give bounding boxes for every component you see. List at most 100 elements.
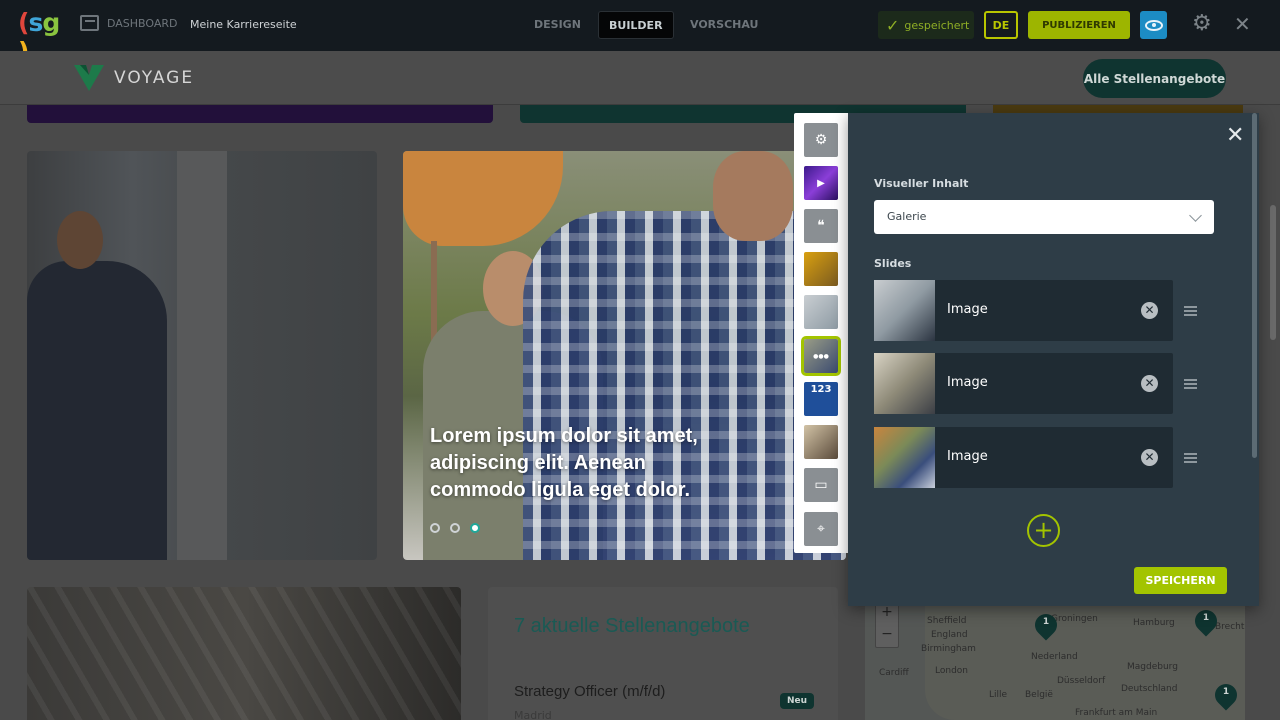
- module-image[interactable]: [804, 425, 838, 459]
- map-label: Düsseldorf: [1057, 676, 1106, 686]
- jobs-title: 7 aktuelle Stellenangebote: [514, 615, 750, 637]
- map-label: Lille: [989, 690, 1008, 700]
- save-button[interactable]: SPEICHERN: [1134, 567, 1227, 594]
- saved-label: gespeichert: [904, 18, 970, 32]
- tab-builder[interactable]: BUILDER: [598, 11, 674, 39]
- slide-item[interactable]: Image ✕: [874, 353, 1173, 414]
- module-gallery-selected[interactable]: ●●●: [801, 336, 841, 376]
- gallery-dot[interactable]: [450, 523, 460, 533]
- remove-slide-icon[interactable]: ✕: [1141, 375, 1158, 392]
- dashboard-link[interactable]: DASHBOARD: [80, 15, 178, 31]
- slide-item[interactable]: Image ✕: [874, 427, 1173, 488]
- gear-icon: ⚙: [814, 132, 828, 148]
- gallery-thumb-icon: ●●●: [813, 352, 829, 360]
- all-jobs-button[interactable]: Alle Stellenangebote: [1083, 59, 1226, 98]
- remove-slide-icon[interactable]: ✕: [1141, 449, 1158, 466]
- module-location[interactable]: ⌖: [804, 512, 838, 546]
- module-image[interactable]: [804, 252, 838, 286]
- settings-gear-icon[interactable]: ⚙: [1192, 13, 1214, 35]
- check-icon: ✓: [886, 15, 900, 35]
- job-title[interactable]: Strategy Officer (m/f/d): [514, 683, 665, 700]
- remove-slide-icon[interactable]: ✕: [1141, 302, 1158, 319]
- map-label: Brecht: [1215, 622, 1245, 632]
- photo-stripes: [27, 587, 461, 720]
- person-head-shape: [57, 211, 103, 269]
- module-settings[interactable]: ⚙: [804, 123, 838, 157]
- map-label: Groningen: [1051, 614, 1098, 624]
- map-label: Magdeburg: [1127, 662, 1178, 672]
- map-pin[interactable]: 1: [1210, 679, 1242, 714]
- map-pin[interactable]: 1: [1190, 605, 1222, 640]
- map-label: Hamburg: [1133, 618, 1175, 628]
- visual-content-select[interactable]: Galerie: [874, 200, 1214, 234]
- language-button[interactable]: DE: [984, 11, 1018, 39]
- drag-handle-icon[interactable]: [1184, 306, 1197, 316]
- site-header: VOYAGE Alle Stellenangebote: [0, 51, 1280, 105]
- map-label: Sheffield: [927, 616, 967, 626]
- new-badge: Neu: [780, 693, 815, 709]
- close-icon[interactable]: ✕: [1226, 125, 1244, 147]
- map-zoom-control[interactable]: + −: [875, 600, 899, 648]
- module-image[interactable]: [804, 295, 838, 329]
- map-label: London: [935, 666, 968, 676]
- drag-handle-icon[interactable]: [1184, 453, 1197, 463]
- map-label: Deutschland: [1121, 684, 1178, 694]
- map-pin[interactable]: 1: [1030, 609, 1062, 644]
- tab-design[interactable]: DESIGN: [524, 11, 591, 39]
- app-topbar: (sg) DASHBOARD Meine Karriereseite DESIG…: [0, 0, 1280, 66]
- dashboard-icon: [80, 15, 99, 31]
- slide-label: Image: [947, 302, 988, 317]
- site-name: Meine Karriereseite: [190, 18, 297, 31]
- pin-count: 1: [1042, 617, 1050, 627]
- panel-scrollbar[interactable]: [1252, 113, 1257, 458]
- map-label: Frankfurt am Main: [1075, 708, 1158, 718]
- gallery-dot[interactable]: [430, 523, 440, 533]
- brand-name: VOYAGE: [114, 68, 195, 88]
- saved-status: ✓ gespeichert: [878, 11, 974, 39]
- pin-count: 1: [1222, 687, 1230, 697]
- slide-label: Image: [947, 449, 988, 464]
- slide-thumbnail: [874, 280, 935, 341]
- quote-icon: ❝: [817, 218, 825, 234]
- eye-icon: [1144, 19, 1163, 31]
- tab-preview[interactable]: VORSCHAU: [680, 11, 768, 39]
- map-label: Nederland: [1031, 652, 1078, 662]
- brand: VOYAGE: [74, 65, 194, 91]
- office-photo[interactable]: [27, 151, 377, 560]
- pen-photo[interactable]: [27, 587, 461, 720]
- chevron-down-icon: [1189, 209, 1202, 222]
- counter-thumb-icon: 123: [810, 384, 832, 395]
- video-thumb-icon: ▶: [817, 177, 825, 189]
- person-shape: [27, 261, 167, 560]
- page-scrollbar[interactable]: [1270, 205, 1276, 340]
- slide-thumbnail: [874, 427, 935, 488]
- door-shape: [177, 151, 227, 560]
- slide-item[interactable]: Image ✕: [874, 280, 1173, 341]
- jobs-map[interactable]: + − Sheffield England Birmingham London C…: [865, 600, 1245, 720]
- module-jobs[interactable]: ▭: [804, 468, 838, 502]
- module-quote[interactable]: ❝: [804, 209, 838, 243]
- slides-label: Slides: [874, 257, 912, 270]
- add-slide-button[interactable]: +: [1027, 514, 1060, 547]
- gallery-slide[interactable]: Lorem ipsum dolor sit amet, adipiscing e…: [403, 151, 846, 560]
- module-strip: ⚙ ▶ ❝ ●●● 123 ▭ ⌖: [794, 113, 848, 553]
- publish-button[interactable]: PUBLIZIEREN: [1028, 11, 1130, 39]
- map-label: Cardiff: [879, 668, 909, 678]
- drag-handle-icon[interactable]: [1184, 379, 1197, 389]
- preview-button[interactable]: [1140, 11, 1167, 39]
- module-counter[interactable]: 123: [804, 382, 838, 416]
- dashboard-label: DASHBOARD: [107, 16, 178, 30]
- jobs-icon: ▭: [814, 477, 828, 493]
- close-icon[interactable]: ✕: [1234, 13, 1251, 35]
- umbrella-shape: [403, 151, 563, 246]
- slide-thumbnail: [874, 353, 935, 414]
- gallery-dot-active[interactable]: [470, 523, 480, 533]
- pin-count: 1: [1202, 613, 1210, 623]
- location-icon: ⌖: [817, 521, 825, 537]
- gallery-caption: Lorem ipsum dolor sit amet, adipiscing e…: [430, 425, 698, 501]
- visual-content-label: Visueller Inhalt: [874, 177, 969, 190]
- app-logo[interactable]: (sg): [18, 8, 62, 66]
- map-label: België: [1025, 690, 1053, 700]
- voyage-logo-icon: [74, 65, 104, 91]
- module-video[interactable]: ▶: [804, 166, 838, 200]
